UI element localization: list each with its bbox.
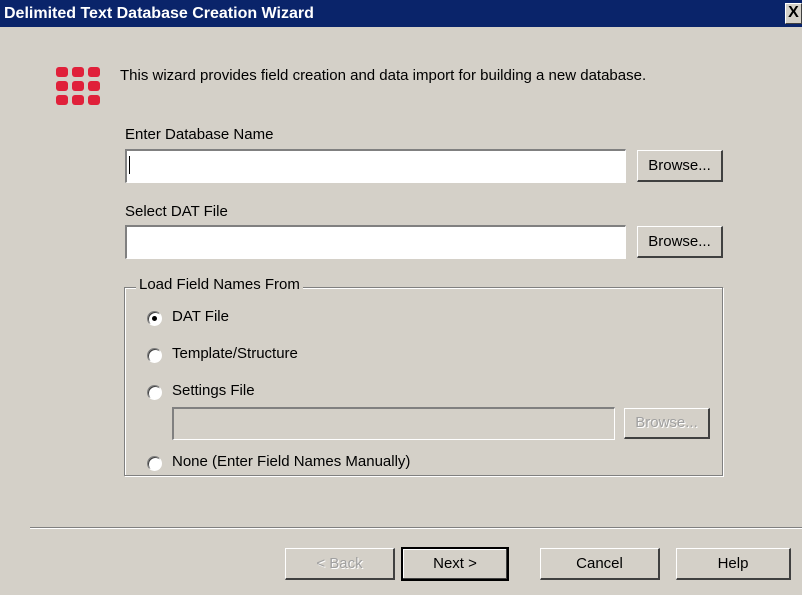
back-button[interactable]: < Back [285, 548, 395, 580]
radio-button[interactable] [147, 385, 162, 400]
database-name-input[interactable] [125, 149, 626, 183]
title-bar: Delimited Text Database Creation Wizard … [0, 0, 802, 27]
cancel-button[interactable]: Cancel [540, 548, 660, 580]
text-caret [129, 156, 130, 174]
radio-button[interactable] [147, 348, 162, 363]
radio-none-manual-label: None (Enter Field Names Manually) [172, 453, 411, 470]
intro-text: This wizard provides field creation and … [120, 67, 647, 84]
grid-icon [56, 67, 100, 105]
dat-file-browse-button[interactable]: Browse... [637, 226, 723, 258]
database-name-label: Enter Database Name [125, 126, 274, 143]
radio-dat-file-label: DAT File [172, 308, 229, 325]
settings-file-input[interactable] [172, 407, 615, 440]
dat-file-input[interactable] [125, 225, 626, 259]
footer-separator [30, 527, 802, 529]
database-browse-button[interactable]: Browse... [637, 150, 723, 182]
dat-file-label: Select DAT File [125, 203, 228, 220]
radio-button[interactable] [147, 456, 162, 471]
load-field-names-legend: Load Field Names From [136, 276, 303, 293]
radio-button-selected[interactable] [147, 311, 162, 326]
window-title: Delimited Text Database Creation Wizard [4, 5, 314, 22]
close-button[interactable]: X [785, 3, 802, 24]
radio-template-structure-label: Template/Structure [172, 345, 298, 362]
radio-dot [152, 316, 157, 321]
wizard-window: Delimited Text Database Creation Wizard … [0, 0, 802, 595]
next-button[interactable]: Next > [401, 547, 509, 581]
radio-settings-file-label: Settings File [172, 382, 255, 399]
help-button[interactable]: Help [676, 548, 791, 580]
settings-browse-button[interactable]: Browse... [624, 408, 710, 439]
